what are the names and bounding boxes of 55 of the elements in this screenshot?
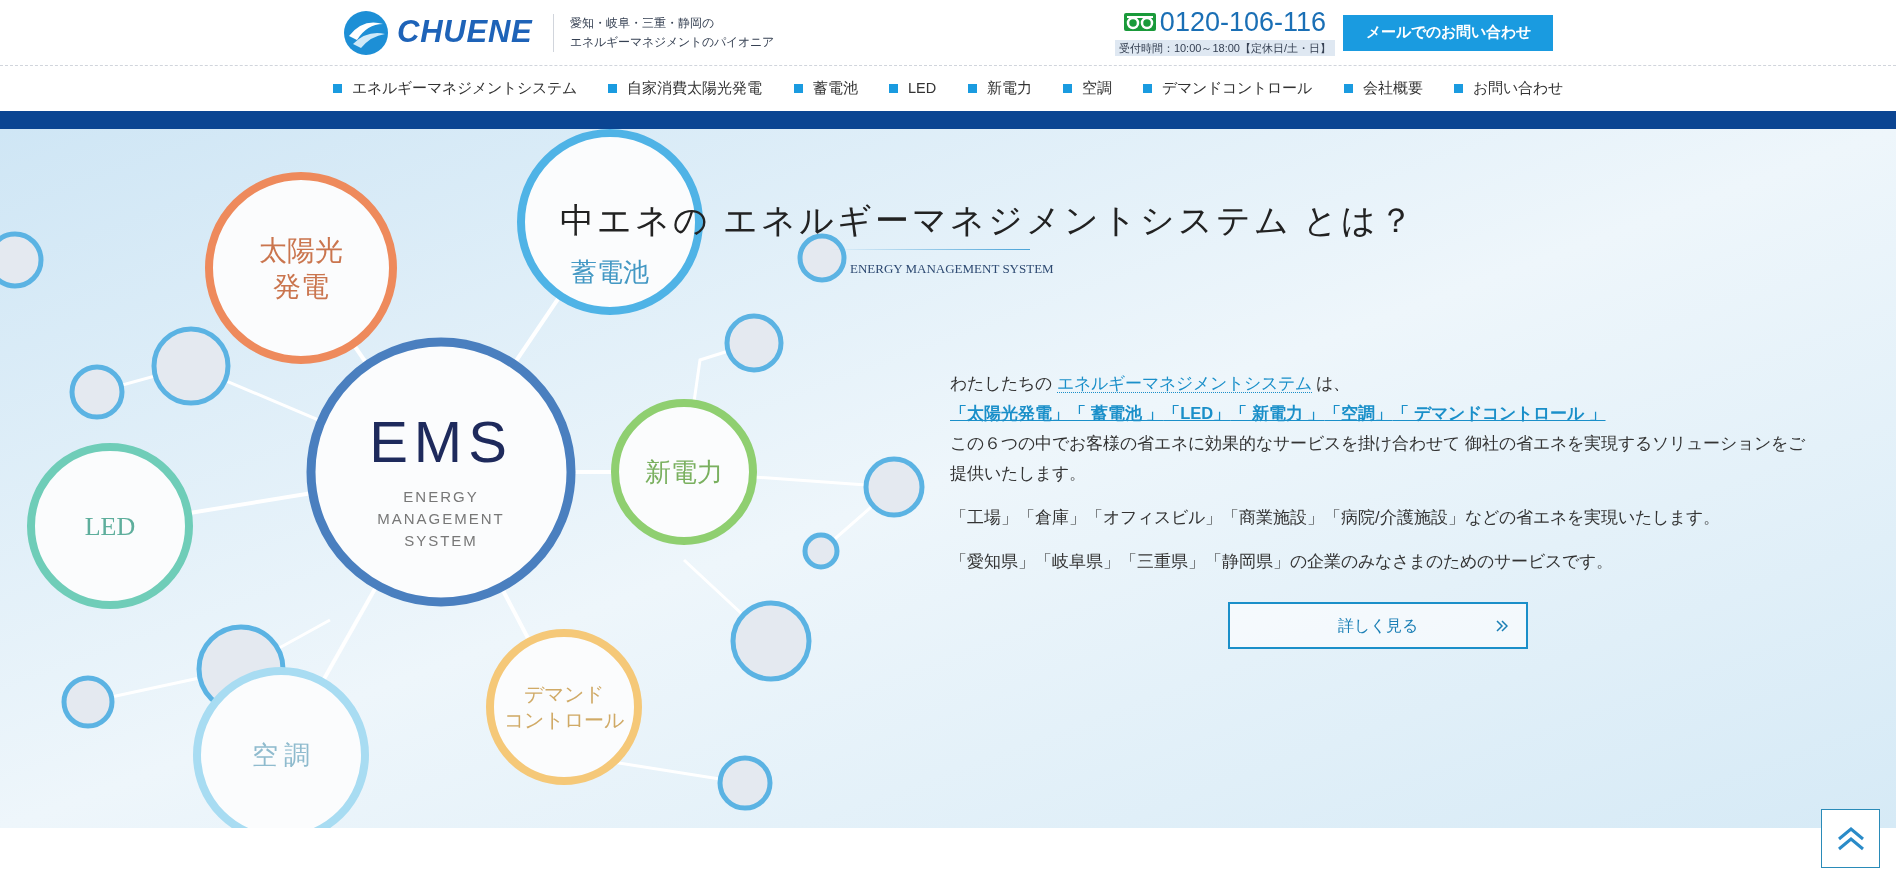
details-button[interactable]: 詳しく見る [1228, 602, 1528, 649]
scroll-to-top-button[interactable] [1821, 809, 1880, 868]
nav-link[interactable]: 蓄電池 [793, 77, 858, 100]
hero-subtitle: ENERGY MANAGEMENT SYSTEM [850, 260, 1054, 278]
ems-subtitle: ENERGY [403, 488, 479, 505]
service-link[interactable]: 「 蓄電池 」 [1069, 398, 1164, 428]
service-link[interactable]: 「 デマンドコントロール 」 [1392, 398, 1606, 428]
nav-link[interactable]: デマンドコントロール [1143, 77, 1313, 100]
service-link[interactable]: 「太陽光発電」 [950, 398, 1069, 428]
node-label: 太陽光 [259, 234, 343, 266]
node-label: コントロール [504, 709, 624, 731]
nav-link[interactable]: エネルギーマネジメントシステム [333, 77, 577, 100]
node-label: 空 調 [251, 741, 311, 771]
service-link[interactable]: 「 新電力 」 [1230, 398, 1325, 428]
service-link[interactable]: 「空調」 [1324, 398, 1393, 428]
bullet-icon [1062, 84, 1072, 93]
intro-text: は、 [1316, 374, 1351, 392]
logo-text[interactable]: CHUENE [397, 9, 533, 56]
contact-mail-button[interactable]: メールでのお問い合わせ [1343, 14, 1553, 51]
node-label: 発電 [273, 271, 329, 302]
nav-link[interactable]: 空調 [1062, 77, 1112, 100]
logo-icon [343, 9, 389, 56]
nav-link[interactable]: LED [889, 77, 937, 100]
tagline-text: 愛知・岐阜・三重・静岡の [569, 14, 715, 32]
description-text: この６つの中でお客様の省エネに効果的なサービスを掛け合わせて 御社の省エネを実現するソリューションをご提供いたします。 [950, 433, 1806, 484]
bullet-icon [889, 84, 899, 93]
double-chevron-up-icon [1835, 825, 1866, 852]
tagline-text: エネルギーマネジメントのパイオニア [569, 33, 774, 51]
description-text: 「愛知県」「岐阜県」「三重県」「静岡県」の企業のみなさまのためのサービスです。 [950, 551, 1614, 572]
bullet-icon [1343, 84, 1353, 93]
business-hours: 受付時間：10:00～18:00【定休日/土・日】 [1114, 39, 1335, 57]
service-link[interactable]: 「LED」 [1163, 398, 1231, 428]
ems-subtitle: SYSTEM [404, 532, 478, 549]
node-label: 蓄電池 [571, 258, 649, 288]
description-text: 「工場」「倉庫」「オフィスビル」「商業施設」「病院/介護施設」などの省エネを実現いたします。 [950, 507, 1721, 528]
node-label: 新電力 [645, 458, 723, 488]
bullet-icon [608, 84, 618, 93]
nav-link[interactable]: 新電力 [967, 77, 1032, 100]
ems-label: EMS [369, 409, 513, 474]
free-dial-icon [1123, 13, 1156, 32]
nav-link[interactable]: 自家消費太陽光発電 [608, 77, 763, 100]
bullet-icon [1453, 84, 1463, 93]
nav-link[interactable]: お問い合わせ [1453, 77, 1563, 100]
ems-subtitle: MANAGEMENT [377, 510, 505, 527]
bullet-icon [967, 84, 977, 93]
node-label: デマンド [524, 683, 604, 705]
bullet-icon [1143, 84, 1153, 93]
nav-link[interactable]: 会社概要 [1343, 77, 1423, 100]
node-label: LED [84, 512, 136, 542]
bullet-icon [333, 84, 342, 93]
intro-text: わたしたちの [950, 374, 1052, 392]
bullet-icon [793, 84, 803, 93]
double-chevron-right-icon [1496, 620, 1508, 632]
phone-number[interactable]: 0120-106-116 [1159, 8, 1326, 36]
system-link[interactable]: エネルギーマネジメントシステム [1056, 374, 1312, 393]
